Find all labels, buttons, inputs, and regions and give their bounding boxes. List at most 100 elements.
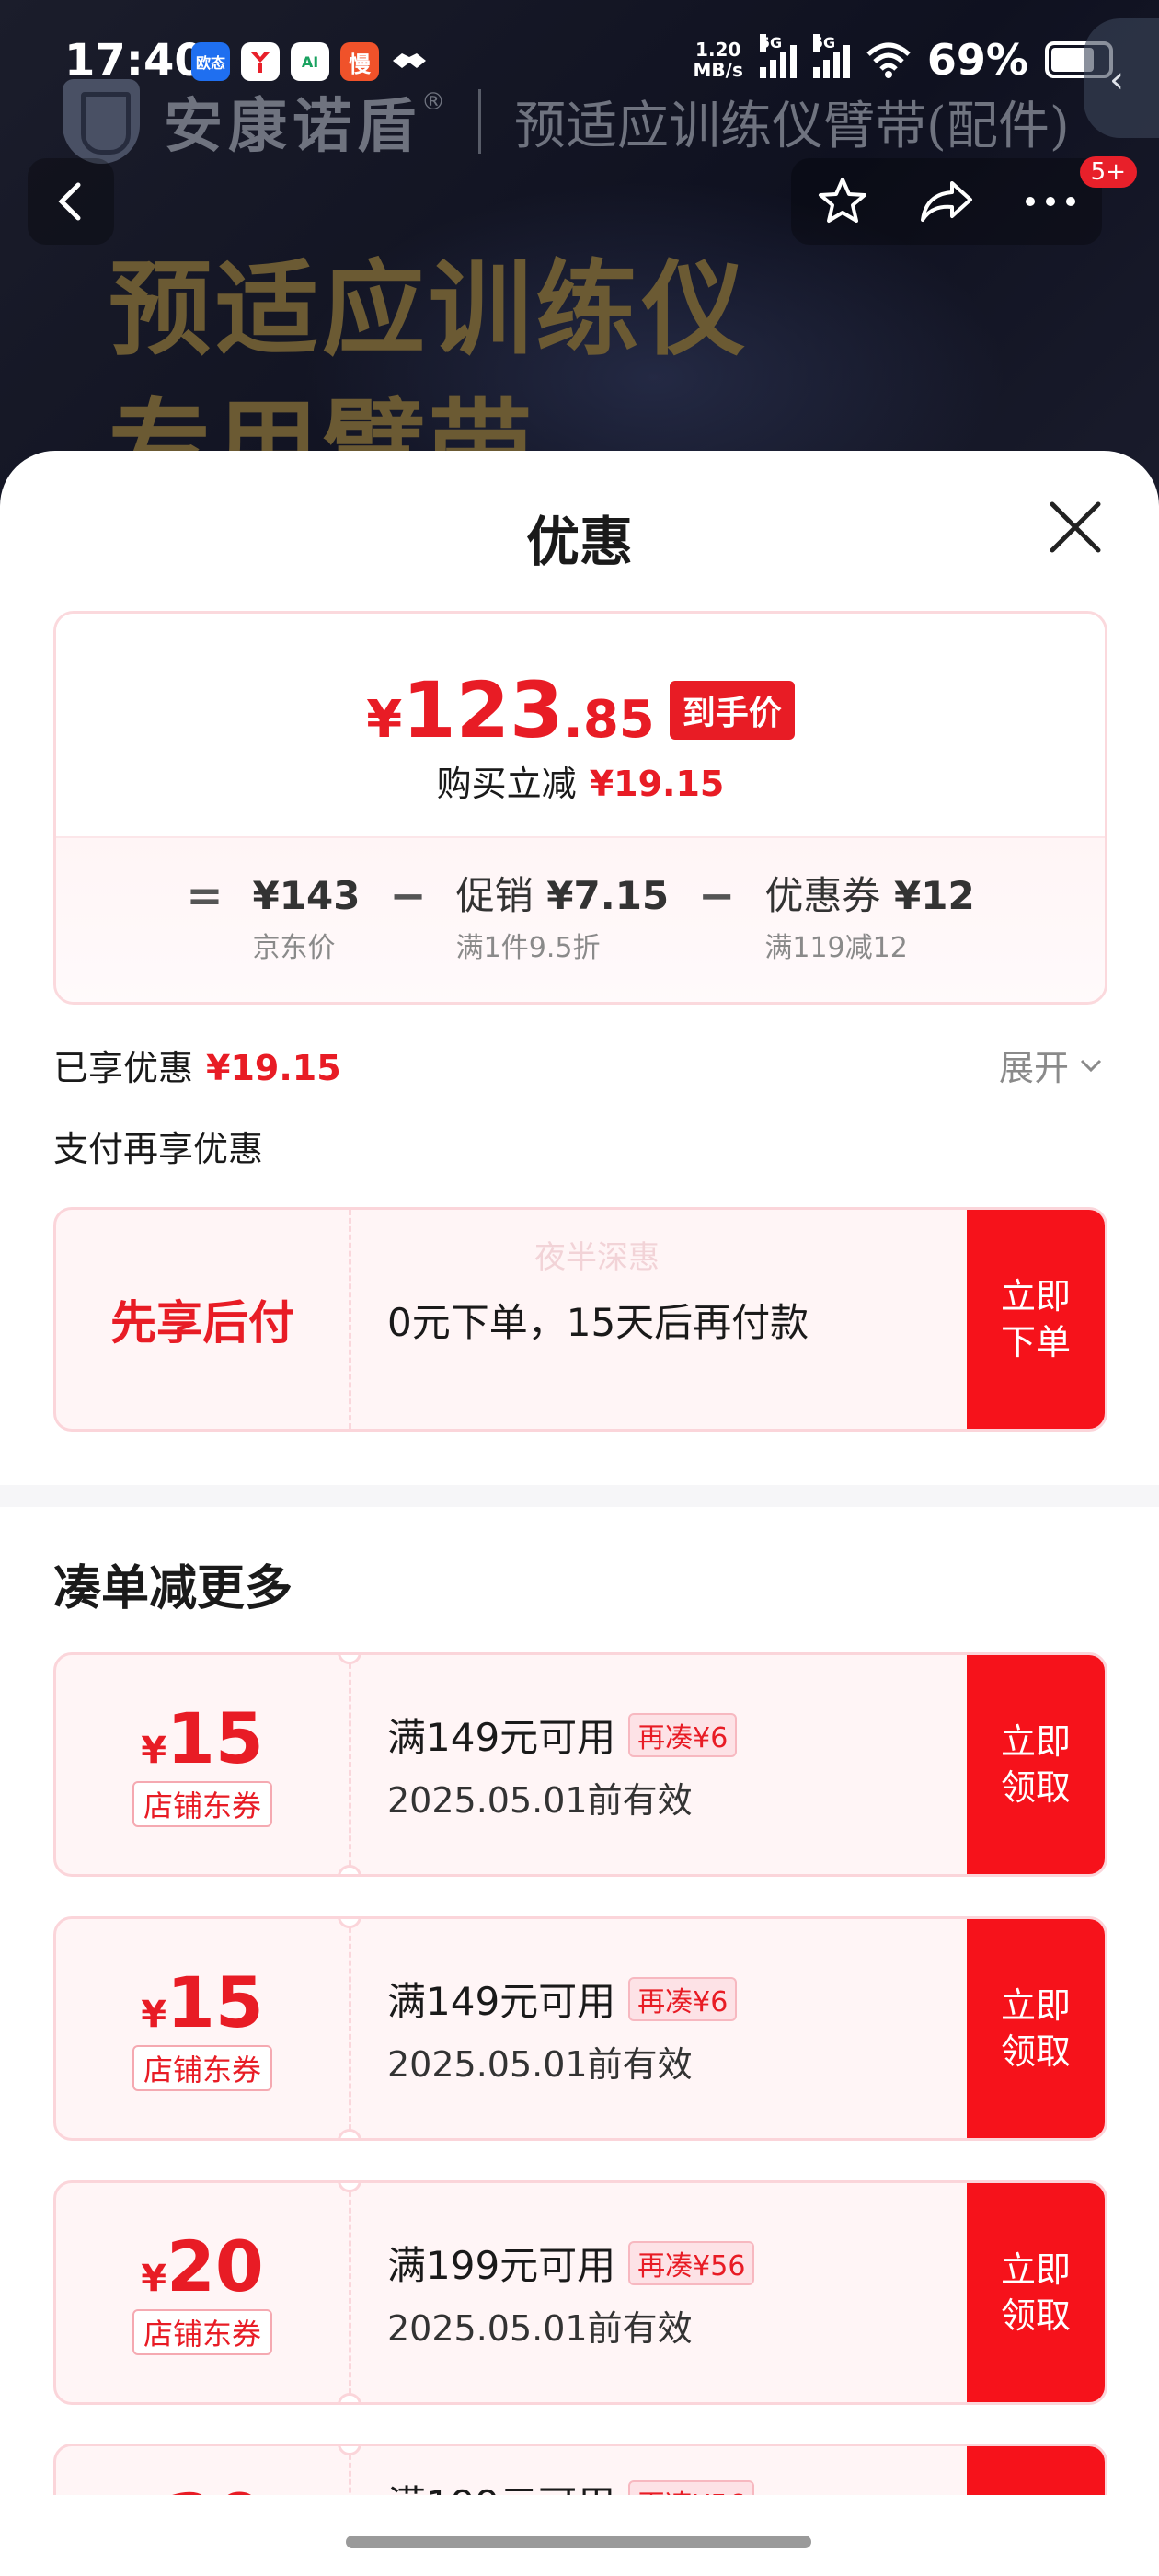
enjoyed-discount-value: ¥19.15 bbox=[206, 1048, 341, 1088]
favorite-star-icon[interactable] bbox=[815, 174, 870, 229]
base-price-label: 京东价 bbox=[252, 932, 336, 964]
final-price-decimal: .85 bbox=[563, 690, 655, 750]
coupon-amount: ¥15 bbox=[141, 1966, 264, 2040]
card-notch bbox=[338, 2393, 361, 2402]
minus-sign: − bbox=[698, 870, 736, 922]
coupon-condition: 满149元可用 bbox=[387, 1979, 616, 2024]
signal-sim2-icon: 5G bbox=[812, 34, 850, 78]
home-indicator[interactable] bbox=[346, 2536, 811, 2548]
card-divider bbox=[349, 1655, 351, 1874]
card-notch bbox=[338, 1865, 361, 1874]
sim2-label: 5G bbox=[812, 34, 836, 52]
bnpl-card: 先享后付 夜半深惠 0元下单，15天后再付款 立即 下单 bbox=[53, 1207, 1107, 1432]
promo-rule: 满1件9.5折 bbox=[455, 932, 601, 964]
final-price: ¥ 123 .85 到手价 bbox=[56, 665, 1105, 755]
coupon-condition-row: 满149元可用 再凑¥6 bbox=[387, 1971, 738, 2027]
final-price-section: ¥ 123 .85 到手价 购买立减 ¥19.15 bbox=[56, 614, 1105, 836]
claim-line1: 立即 bbox=[1000, 1721, 1071, 1762]
claim-line1: 立即 bbox=[1000, 1985, 1071, 2026]
enjoyed-discount-label: 已享优惠 bbox=[53, 1048, 194, 1088]
bnpl-title: 先享后付 bbox=[110, 1296, 294, 1350]
claim-coupon-button[interactable] bbox=[967, 2446, 1105, 2495]
claim-line2: 领取 bbox=[1000, 1767, 1071, 1808]
expand-toggle[interactable]: 展开 bbox=[999, 1040, 1104, 1090]
enjoyed-discount: 已享优惠 ¥19.15 bbox=[53, 1040, 341, 1090]
coupon-value: ¥12 bbox=[894, 873, 975, 918]
coupon-rule: 满119减12 bbox=[764, 932, 908, 964]
base-price-item: ¥143 京东价 bbox=[253, 873, 361, 965]
sim1-label: 5G bbox=[759, 34, 783, 52]
instant-discount: 购买立减 ¥19.15 bbox=[56, 755, 1105, 806]
coupon-gap-tag: 再凑¥6 bbox=[628, 1976, 738, 2021]
coupon-info: 满149元可用 再凑¥6 2025.05.01前有效 bbox=[387, 1919, 738, 2138]
more-options-icon[interactable] bbox=[1023, 192, 1078, 211]
chevron-down-icon bbox=[1080, 1059, 1102, 1072]
coupon-amount: ¥20 bbox=[141, 2483, 264, 2496]
share-icon[interactable] bbox=[917, 176, 976, 227]
coupon-type-badge: 店铺东券 bbox=[132, 2309, 272, 2355]
signal-sim1-icon: 5G bbox=[759, 34, 797, 78]
back-button[interactable] bbox=[28, 158, 114, 245]
network-speed-value: 1.20 bbox=[695, 39, 741, 61]
order-now-line2: 下单 bbox=[1000, 1322, 1071, 1363]
coupon-card: ¥15 店铺东券 满149元可用 再凑¥6 2025.05.01前有效 立即 领… bbox=[53, 1652, 1107, 1877]
coupon-condition-row: 满199元可用 再凑¥56 bbox=[387, 2474, 755, 2495]
claim-coupon-button[interactable]: 立即 领取 bbox=[967, 2183, 1105, 2402]
app-icon-man: 慢 bbox=[340, 42, 379, 81]
coupon-amount: ¥20 bbox=[141, 2230, 264, 2304]
bnpl-desc-area: 0元下单，15天后再付款 bbox=[387, 1210, 809, 1429]
coupon-card: ¥20 店铺东券 满199元可用 再凑¥56 2025.05.01前有效 立即 … bbox=[53, 2180, 1107, 2405]
coupon-info: 满149元可用 再凑¥6 2025.05.01前有效 bbox=[387, 1655, 738, 1874]
coupon-amount-value: 15 bbox=[166, 1961, 264, 2043]
claim-line2: 领取 bbox=[1000, 2031, 1071, 2072]
instant-discount-label: 购买立减 bbox=[436, 764, 577, 804]
side-drawer-tab[interactable]: ‹ bbox=[1084, 18, 1159, 138]
coupon-amount-area: ¥20 店铺东券 bbox=[56, 2183, 349, 2402]
coupon-amount-area: ¥20 bbox=[56, 2446, 349, 2496]
coupon-label: 优惠券 bbox=[764, 873, 881, 918]
coupon-amount-area: ¥15 店铺东券 bbox=[56, 1919, 349, 2138]
claim-coupon-button[interactable]: 立即 领取 bbox=[967, 1919, 1105, 2138]
claim-line2: 领取 bbox=[1000, 2295, 1071, 2336]
app-icon-ouzhi: 欧态 bbox=[191, 42, 230, 81]
card-divider bbox=[349, 2183, 351, 2402]
promo-item: 促销 ¥7.15 满1件9.5折 bbox=[456, 873, 670, 965]
coupon-validity: 2025.05.01前有效 bbox=[387, 2044, 693, 2085]
promo-label: 促销 bbox=[455, 873, 534, 918]
close-icon[interactable] bbox=[1043, 495, 1107, 559]
claim-line1: 立即 bbox=[1000, 2249, 1071, 2290]
coupon-amount-value: 20 bbox=[166, 2483, 264, 2496]
nav-actions bbox=[791, 158, 1102, 245]
status-bar: 17:40 欧态 AI 慢 1.20 MB/s 5G 5G 69% bbox=[0, 0, 1159, 120]
final-price-integer: 123 bbox=[402, 665, 564, 755]
order-now-line1: 立即 bbox=[1000, 1276, 1071, 1317]
coupon-amount: ¥15 bbox=[141, 1702, 264, 1776]
network-speed-unit: MB/s bbox=[693, 59, 743, 81]
coupon-condition: 满149元可用 bbox=[387, 1715, 616, 1760]
claim-coupon-button[interactable]: 立即 领取 bbox=[967, 1655, 1105, 1874]
coupon-item: 优惠券 ¥12 满119减12 bbox=[764, 873, 974, 965]
coupon-condition: 满199元可用 bbox=[387, 2474, 615, 2495]
coupon-validity: 2025.05.01前有效 bbox=[387, 2308, 693, 2349]
coupon-info: 满199元可用 再凑¥56 bbox=[387, 2446, 755, 2495]
wifi-icon bbox=[866, 42, 911, 78]
chevron-left-icon: ‹ bbox=[1109, 59, 1124, 101]
coupon-validity: 2025.05.01前有效 bbox=[387, 1780, 693, 1821]
instant-discount-value: ¥19.15 bbox=[589, 764, 725, 804]
coupon-amount-area: ¥15 店铺东券 bbox=[56, 1655, 349, 1874]
status-time: 17:40 bbox=[64, 35, 205, 86]
final-price-tag: 到手价 bbox=[669, 681, 795, 740]
coupon-card: ¥15 店铺东券 满149元可用 再凑¥6 2025.05.01前有效 立即 领… bbox=[53, 1916, 1107, 2141]
network-speed: 1.20 MB/s bbox=[694, 40, 743, 80]
coupon-gap-tag: 再凑¥56 bbox=[628, 2240, 755, 2285]
order-now-button[interactable]: 立即 下单 bbox=[967, 1210, 1105, 1429]
promo-value: ¥7.15 bbox=[546, 873, 670, 918]
coupon-info: 满199元可用 再凑¥56 2025.05.01前有效 bbox=[387, 2183, 755, 2402]
product-nav-bar: 5+ bbox=[0, 156, 1159, 250]
battery-percent: 69% bbox=[926, 35, 1028, 85]
coupon-amount-value: 15 bbox=[166, 1697, 264, 1779]
card-notch bbox=[338, 2129, 361, 2138]
coupon-type-badge: 店铺东券 bbox=[132, 2045, 272, 2091]
coupon-clip-area: ¥20 满199元可用 再凑¥56 bbox=[0, 2444, 1159, 2495]
price-summary-card: ¥ 123 .85 到手价 购买立减 ¥19.15 = ¥143 京东价 − 促销… bbox=[53, 611, 1107, 1005]
